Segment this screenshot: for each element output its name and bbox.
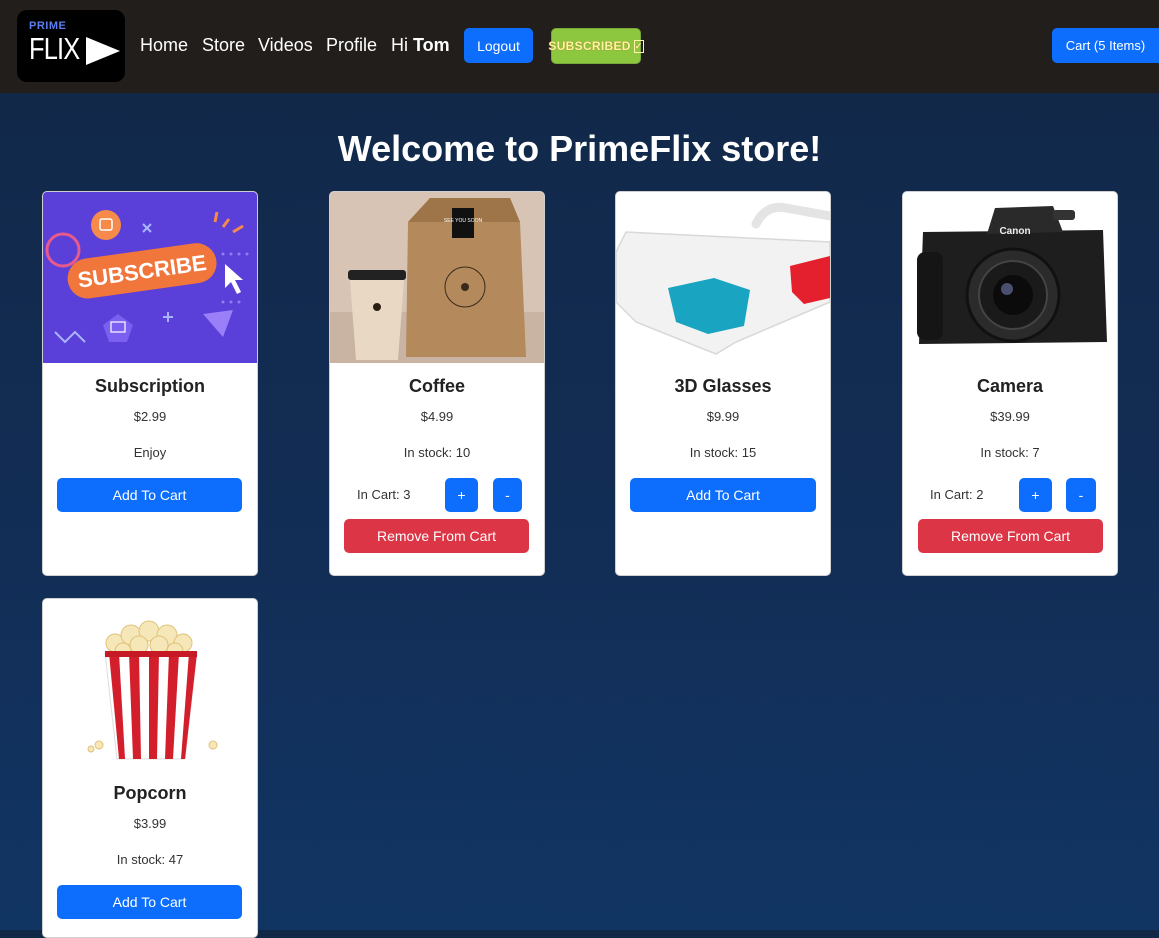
product-price: $3.99 [133,816,167,831]
decrease-quantity-button[interactable]: - [1066,478,1096,512]
in-cart-count: In Cart: 2 [930,487,984,502]
navbar: PRIME FLIX Home Store Videos Profile Hi … [0,0,1159,93]
product-name: Subscription [94,376,205,396]
decrease-quantity-button[interactable]: - [493,478,522,512]
product-name: 3D Glasses [674,376,772,396]
product-price: $39.99 [990,409,1030,424]
add-to-cart-button[interactable]: Add To Cart [57,478,242,512]
product-card-coffee: SEE YOU SOON Coffee $4.99 In stock: 10 I… [329,191,545,576]
product-stock: In stock: 10 [403,445,471,460]
user-name: Tom [413,35,450,55]
add-to-cart-button[interactable]: Add To Cart [630,478,816,512]
increase-quantity-button[interactable]: + [445,478,478,512]
3d-glasses-image [616,192,830,363]
subscribed-badge-label: SUBSCRIBED [548,39,631,53]
page-title: Welcome to PrimeFlix store! [337,128,822,169]
product-name: Popcorn [113,783,187,803]
checkbox-check-icon: ✓ [633,39,644,53]
subscribed-badge: SUBSCRIBED ✓ [548,28,644,64]
in-cart-count: In Cart: 3 [357,487,411,502]
product-card-popcorn: Popcorn $3.99 In stock: 47 Add To Cart [42,598,258,938]
coffee-bag-text: SEE YOU SOON [444,218,483,224]
nav-link-home[interactable]: Home [140,35,188,56]
add-to-cart-button[interactable]: Add To Cart [57,885,242,919]
product-name: Camera [976,376,1044,396]
product-card-3d-glasses: 3D Glasses $9.99 In stock: 15 Add To Car… [615,191,831,576]
remove-from-cart-button[interactable]: Remove From Cart [344,519,529,553]
product-price: $9.99 [706,409,740,424]
increase-quantity-button[interactable]: + [1019,478,1052,512]
coffee-image: SEE YOU SOON [330,192,544,363]
nav-link-videos[interactable]: Videos [258,35,313,56]
product-price: $2.99 [133,409,167,424]
product-name: Coffee [408,376,465,396]
camera-image: Canon [903,192,1117,363]
user-greeting: Hi Tom [391,35,450,56]
popcorn-image [43,599,257,770]
product-card-subscription: SUBSCRIBE Subscription $2.99 Enjoy Add T… [42,191,258,576]
cart-button[interactable]: Cart (5 Items) [1052,28,1159,63]
primeflix-logo[interactable]: PRIME FLIX [17,10,125,82]
product-stock: In stock: 15 [689,445,757,460]
greeting-prefix: Hi [391,35,408,55]
play-icon [86,37,120,65]
product-price: $4.99 [420,409,454,424]
remove-from-cart-button[interactable]: Remove From Cart [918,519,1103,553]
subscribe-banner-image: SUBSCRIBE [43,192,257,363]
logout-button[interactable]: Logout [464,28,533,63]
logo-flix-text: FLIX [29,31,80,66]
product-card-camera: Canon Camera $39.99 In stock: 7 In Cart:… [902,191,1118,576]
product-stock: In stock: 47 [116,852,184,867]
product-stock: In stock: 7 [980,445,1040,460]
camera-brand-text: Canon [999,226,1030,237]
nav-link-profile[interactable]: Profile [326,35,377,56]
nav-link-store[interactable]: Store [202,35,245,56]
product-stock: Enjoy [133,445,167,460]
